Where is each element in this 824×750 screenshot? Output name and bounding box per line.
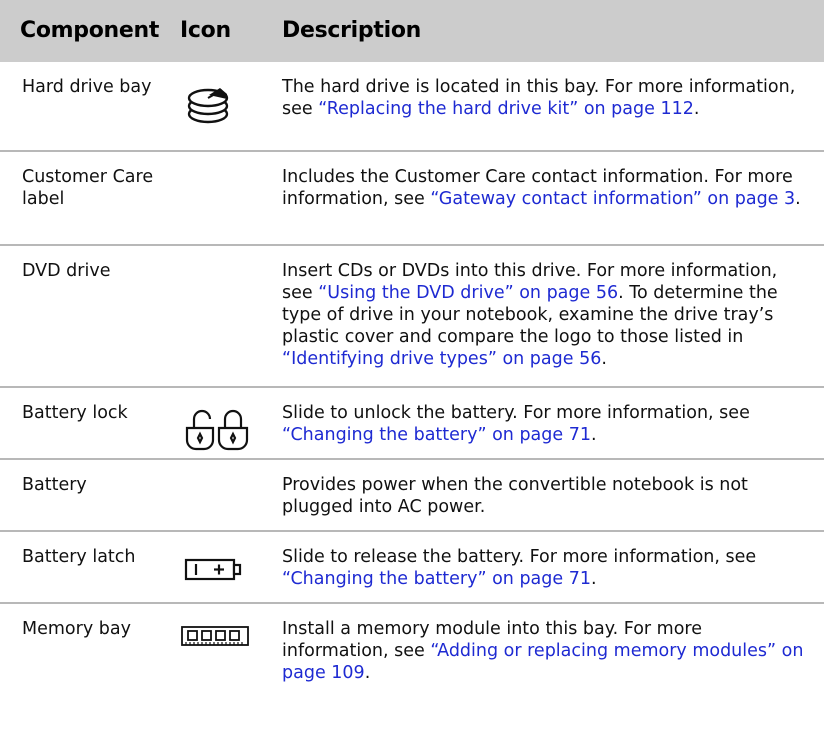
- hard-drive-icon: [178, 80, 268, 132]
- description-end: .: [795, 189, 801, 209]
- description: Insert CDs or DVDs into this drive. For …: [282, 260, 808, 370]
- description-text: Slide to unlock the battery. For more in…: [282, 403, 750, 423]
- table-row: Battery lock Slide to unlock the battery…: [0, 388, 824, 460]
- description-end: .: [601, 349, 607, 369]
- header-component: Component: [20, 18, 160, 43]
- description-end: .: [590, 569, 597, 589]
- component-name: Hard drive bay: [22, 77, 152, 97]
- description-text: Provides power when the convertible note…: [282, 475, 748, 517]
- component-name: Memory bay: [22, 619, 131, 639]
- description: Provides power when the convertible note…: [282, 474, 808, 518]
- description-end: .: [590, 425, 597, 445]
- table-row: Battery Provides power when the converti…: [0, 460, 824, 532]
- description-end: .: [693, 99, 700, 119]
- link-changing-battery[interactable]: “Changing the battery” on page 71: [282, 569, 591, 589]
- description: Slide to unlock the battery. For more in…: [282, 402, 808, 446]
- table-row: Battery latch Slide to release the batte…: [0, 532, 824, 604]
- component-table: Component Icon Description Hard drive ba…: [0, 0, 824, 700]
- battery-lock-icon: [184, 408, 274, 452]
- description: Slide to release the battery. For more i…: [282, 546, 808, 590]
- component-name: Battery latch: [22, 547, 136, 567]
- table-row: Hard drive bay The hard drive is located…: [0, 62, 824, 152]
- header-icon: Icon: [180, 18, 231, 43]
- link-identifying-drive-types[interactable]: “Identifying drive types” on page 56: [282, 349, 601, 369]
- description-end: .: [364, 663, 371, 683]
- link-changing-battery[interactable]: “Changing the battery” on page 71: [282, 425, 591, 445]
- link-gateway-contact[interactable]: “Gateway contact information” on page 3: [430, 189, 795, 209]
- component-name: Battery: [22, 475, 87, 495]
- link-using-dvd-drive[interactable]: “Using the DVD drive” on page 56: [318, 283, 618, 303]
- memory-module-icon: [180, 624, 270, 650]
- component-name: Customer Care label: [22, 167, 154, 209]
- battery-icon: [184, 554, 274, 584]
- link-replacing-hard-drive[interactable]: “Replacing the hard drive kit” on page 1…: [318, 99, 694, 119]
- table-header: Component Icon Description: [0, 0, 824, 62]
- description-text: Slide to release the battery. For more i…: [282, 547, 757, 567]
- description: Includes the Customer Care contact infor…: [282, 166, 808, 210]
- description: Install a memory module into this bay. F…: [282, 618, 808, 684]
- table-row: Customer Care label Includes the Custome…: [0, 152, 824, 246]
- description: The hard drive is located in this bay. F…: [282, 76, 808, 120]
- component-name: DVD drive: [22, 261, 111, 281]
- header-description: Description: [282, 18, 421, 43]
- table-row: Memory bay Install a memory module into …: [0, 604, 824, 700]
- table-row: DVD drive Insert CDs or DVDs into this d…: [0, 246, 824, 388]
- component-name: Battery lock: [22, 403, 128, 423]
